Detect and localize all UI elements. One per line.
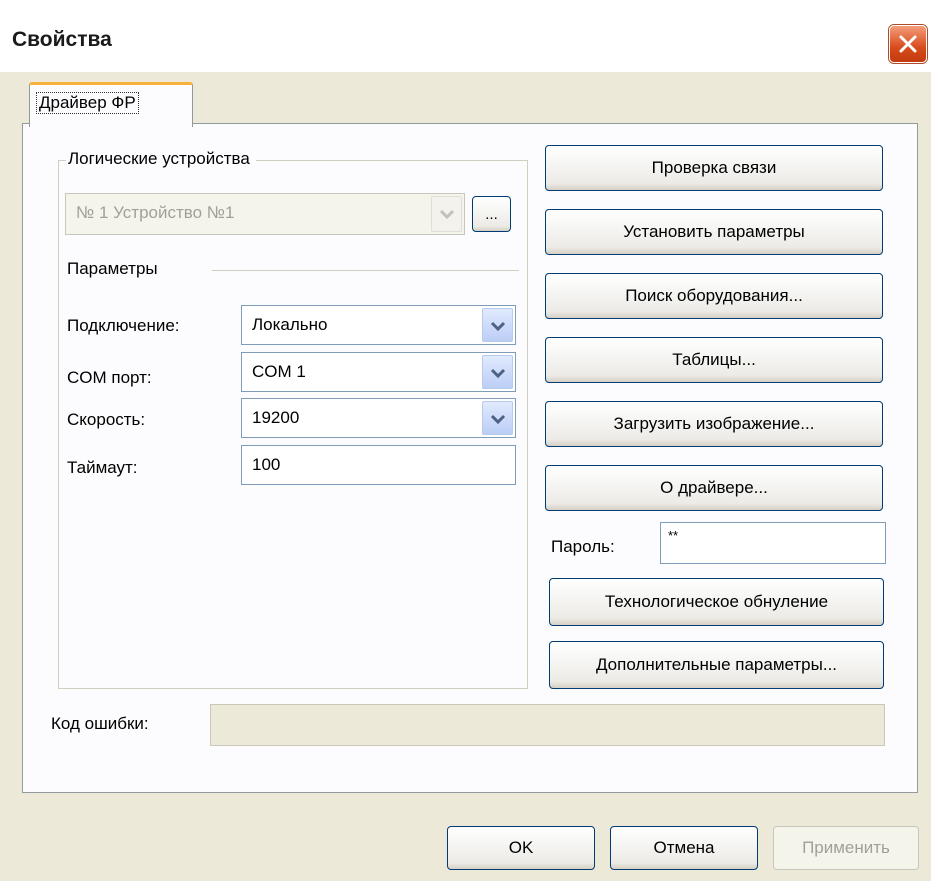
speed-label: Скорость: bbox=[67, 410, 146, 429]
ok-button[interactable]: OK bbox=[447, 826, 595, 870]
error-code-label: Код ошибки: bbox=[51, 714, 149, 733]
connection-select[interactable]: Локально bbox=[241, 305, 516, 345]
tech-reset-button[interactable]: Технологическое обнуление bbox=[549, 578, 884, 626]
close-button[interactable] bbox=[889, 25, 927, 63]
connection-value: Локально bbox=[252, 315, 328, 334]
title-bar[interactable]: Свойства bbox=[0, 0, 931, 72]
params-label: Параметры bbox=[67, 259, 158, 278]
timeout-input[interactable]: 100 bbox=[241, 445, 516, 485]
check-connection-button[interactable]: Проверка связи bbox=[545, 145, 883, 191]
timeout-value: 100 bbox=[252, 455, 281, 474]
window-title: Свойства bbox=[12, 28, 112, 51]
params-divider bbox=[212, 270, 519, 271]
load-image-button[interactable]: Загрузить изображение... bbox=[545, 401, 883, 447]
chevron-down-icon bbox=[439, 209, 455, 220]
about-driver-button[interactable]: О драйвере... bbox=[545, 465, 883, 511]
tab-driver[interactable]: Драйвер ФР bbox=[29, 82, 193, 127]
chevron-down-icon bbox=[490, 368, 506, 379]
password-input[interactable]: ** bbox=[660, 522, 886, 564]
extra-params-button[interactable]: Дополнительные параметры... bbox=[549, 641, 884, 689]
speed-value: 19200 bbox=[252, 408, 300, 427]
speed-dropdown-arrow[interactable] bbox=[482, 401, 513, 435]
close-icon bbox=[899, 35, 917, 53]
set-params-button[interactable]: Установить параметры bbox=[545, 209, 883, 255]
search-hardware-button[interactable]: Поиск оборудования... bbox=[545, 273, 883, 319]
com-port-value: COM 1 bbox=[252, 362, 306, 381]
properties-dialog: Свойства Драйвер ФР Логические устройств… bbox=[0, 0, 931, 881]
connection-dropdown-arrow[interactable] bbox=[482, 308, 513, 342]
device-select-value: № 1 Устройство №1 bbox=[76, 203, 235, 222]
tables-button[interactable]: Таблицы... bbox=[545, 337, 883, 383]
password-value: ** bbox=[668, 528, 679, 543]
speed-select[interactable]: 19200 bbox=[241, 398, 516, 438]
chevron-down-icon bbox=[490, 414, 506, 425]
com-port-label: COM порт: bbox=[67, 368, 152, 387]
password-label: Пароль: bbox=[551, 537, 615, 556]
error-code-field bbox=[210, 704, 885, 746]
logical-devices-label: Логические устройства bbox=[66, 149, 256, 169]
browse-device-button[interactable]: ... bbox=[472, 196, 511, 232]
connection-label: Подключение: bbox=[67, 316, 180, 335]
com-port-dropdown-arrow[interactable] bbox=[482, 355, 513, 389]
apply-button[interactable]: Применить bbox=[773, 826, 919, 870]
timeout-label: Таймаут: bbox=[67, 458, 138, 477]
device-select[interactable]: № 1 Устройство №1 bbox=[65, 193, 465, 235]
device-dropdown-arrow[interactable] bbox=[431, 196, 462, 232]
cancel-button[interactable]: Отмена bbox=[610, 826, 758, 870]
tab-driver-label: Драйвер ФР bbox=[36, 92, 139, 114]
chevron-down-icon bbox=[490, 321, 506, 332]
com-port-select[interactable]: COM 1 bbox=[241, 352, 516, 392]
